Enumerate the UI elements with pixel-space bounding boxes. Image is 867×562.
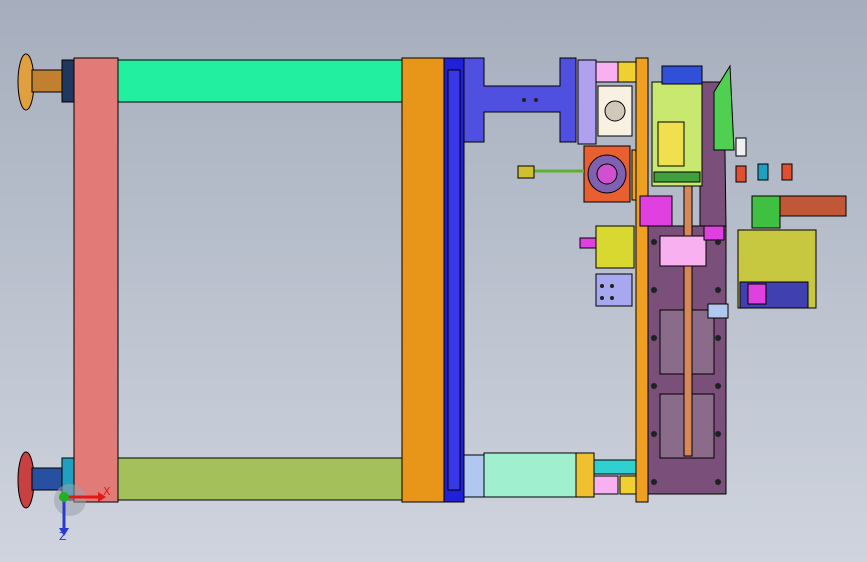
frame-post-left [73,57,119,503]
pneumatic-cylinder [483,452,579,498]
output-shaft [779,195,847,217]
mount-block [595,273,633,307]
frame-post-right [401,57,445,503]
cad-model-view[interactable] [0,0,867,562]
sensor-block [639,195,673,227]
vertical-slide-rail [635,57,649,503]
cad-viewport[interactable]: X Z [0,0,867,562]
proximity-sensor-block [595,225,635,269]
central-rod [683,185,693,457]
triad-origin [59,492,69,502]
rail-bottom [113,457,405,501]
x-axis-label: X [103,485,111,498]
z-axis-label: Z [59,530,67,543]
rail-top [113,59,405,103]
